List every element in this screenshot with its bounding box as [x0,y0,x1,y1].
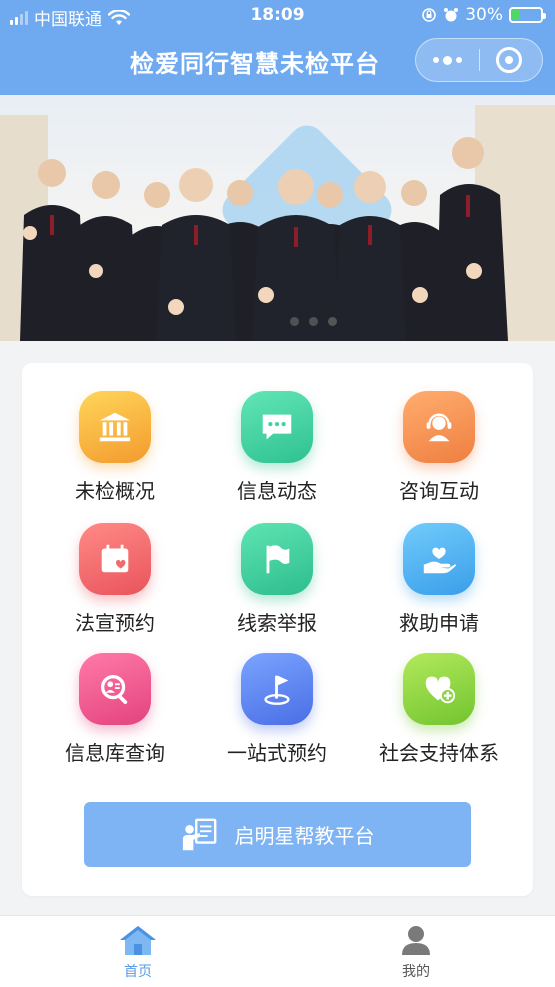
battery-icon [509,7,546,23]
menu-item-label: 信息库查询 [65,741,165,765]
alarm-icon [444,8,459,22]
status-bar: 中国联通 18:09 30% [0,0,555,32]
banner-photo [20,137,508,341]
home-icon [120,926,156,955]
tab-home[interactable]: 首页 [68,916,208,987]
flag-icon [241,523,313,595]
orientation-lock-icon [422,8,437,22]
menu-item-social-support[interactable]: 社会支持体系 [354,653,524,783]
page-title: 检爱同行智慧未检平台 [130,50,380,78]
more-button[interactable] [416,39,479,81]
tab-home-label: 首页 [124,964,152,980]
menu-item-label: 一站式预约 [227,741,327,765]
user-icon [402,926,430,955]
location-flag-icon [241,653,313,725]
chat-bubble-icon [241,391,313,463]
qimingxing-platform-button[interactable]: 启明星帮教平台 [84,802,471,867]
menu-item-label: 法宣预约 [75,611,155,635]
menu-item-label: 社会支持体系 [379,741,499,765]
top-bar: 中国联通 18:09 30% 检爱同行智慧未检平台 [0,0,555,95]
mini-program-capsule [415,38,543,82]
tab-mine-label: 我的 [402,964,430,980]
menu-item-overview[interactable]: 未检概况 [30,391,200,521]
menu-item-report-clue[interactable]: 线索举报 [192,523,362,653]
teacher-board-icon [182,818,216,850]
tab-mine[interactable]: 我的 [346,916,486,987]
close-mini-program-button[interactable] [496,47,522,73]
menu-item-law-appointment[interactable]: 法宣预约 [30,523,200,653]
menu-item-label: 咨询互动 [399,479,479,503]
menu-item-consult[interactable]: 咨询互动 [354,391,524,521]
hand-heart-icon [403,523,475,595]
menu-item-label: 线索举报 [237,611,317,635]
calendar-heart-icon [79,523,151,595]
menu-item-one-stop-appointment[interactable]: 一站式预约 [192,653,362,783]
courthouse-icon [79,391,151,463]
heart-plus-icon [403,653,475,725]
carousel-indicator [290,317,337,326]
menu-card: 未检概况 信息动态 咨询互动 法宣预约 线索举报 救助申请 信息库查询 一站式预… [22,363,533,896]
menu-item-aid-application[interactable]: 救助申请 [354,523,524,653]
menu-item-label: 信息动态 [237,479,317,503]
menu-item-news[interactable]: 信息动态 [192,391,362,521]
tab-bar: 首页 我的 [0,915,555,987]
menu-item-label: 未检概况 [75,479,155,503]
headset-user-icon [403,391,475,463]
menu-item-label: 救助申请 [399,611,479,635]
banner-carousel[interactable] [0,95,555,341]
cta-label: 启明星帮教平台 [234,824,375,848]
battery-percent: 30% [465,5,503,25]
menu-item-database-query[interactable]: 信息库查询 [30,653,200,783]
search-database-icon [79,653,151,725]
